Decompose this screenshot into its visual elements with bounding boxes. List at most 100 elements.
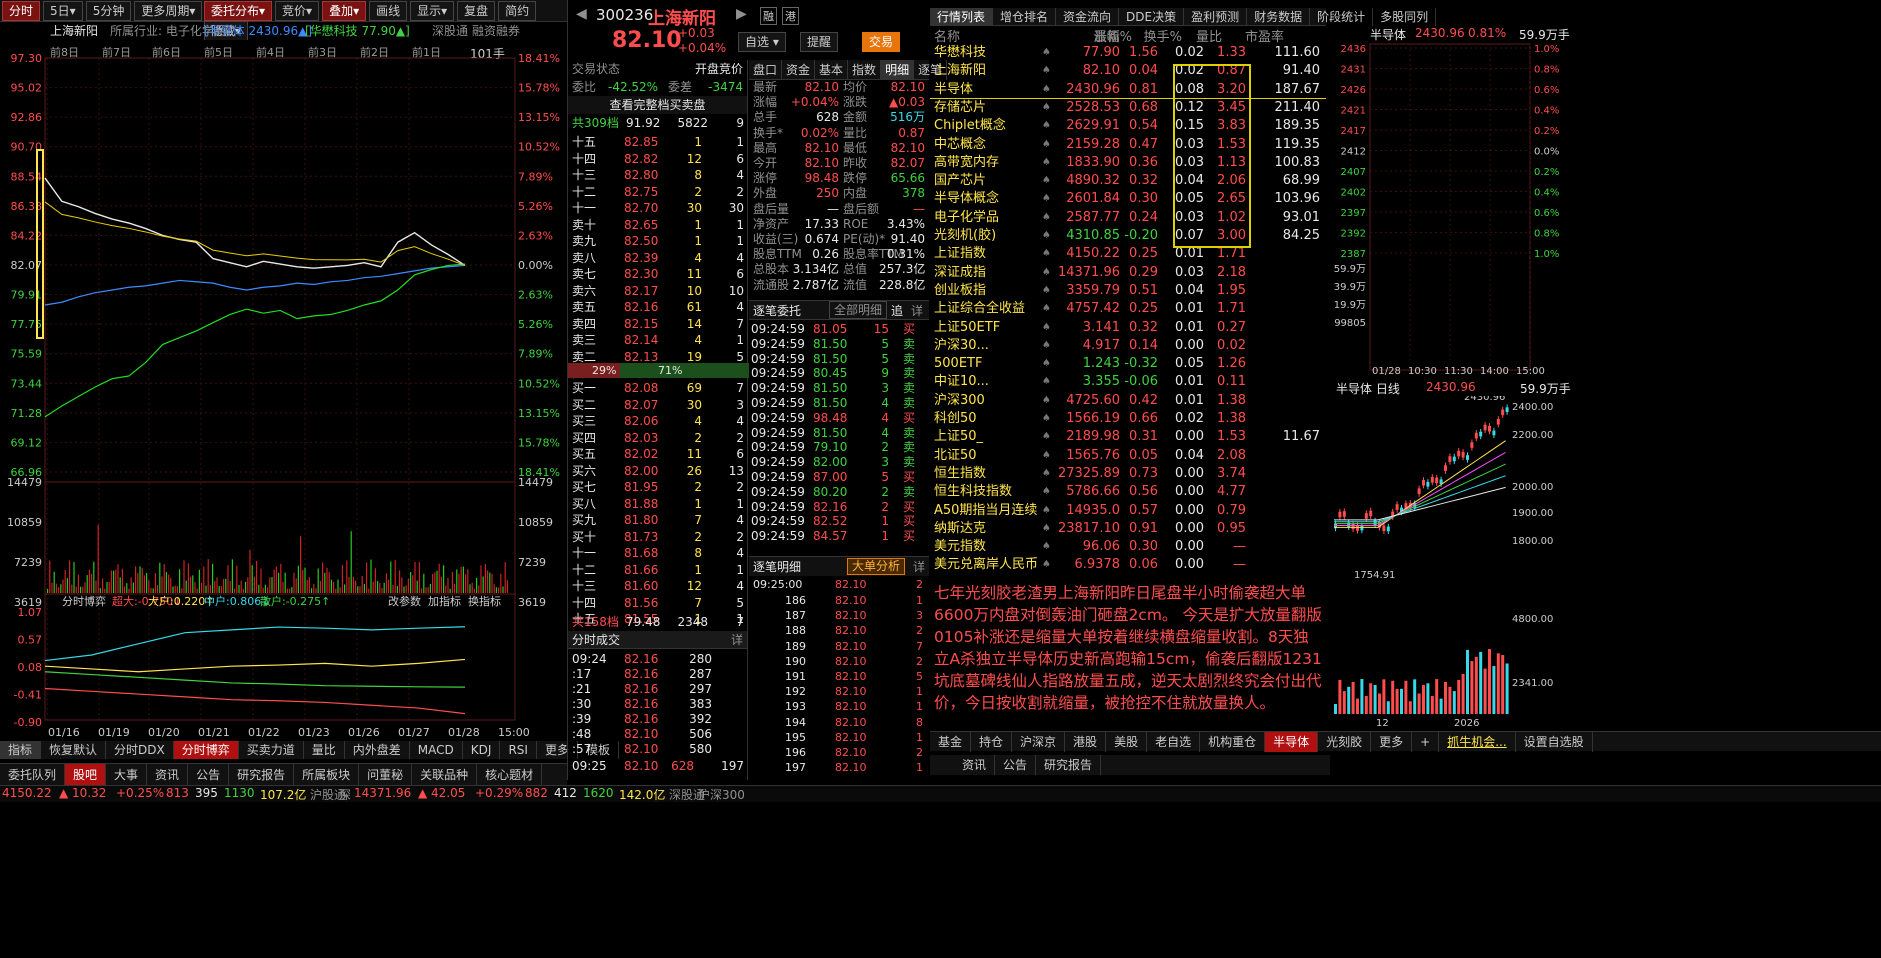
ask-row[interactable]: 卖九 82.50 1 1 [568, 233, 747, 249]
indicator-tab-8[interactable]: KDJ [463, 741, 501, 759]
bottom-tab-2[interactable]: 大事 [106, 764, 148, 786]
sector-tab-6[interactable]: 机构重仓 [1200, 732, 1266, 752]
quote-tab-1[interactable]: 资金 [782, 60, 816, 80]
bid-row[interactable]: 买八 81.88 1 1 [568, 496, 747, 512]
list-row[interactable]: 半导体 ♠ 2430.96 0.81 0.08 3.20 187.67 [930, 81, 1326, 99]
bottom-tab-6[interactable]: 所属板块 [294, 764, 360, 786]
list-tab-6[interactable]: 阶段统计 [1310, 8, 1374, 26]
list-col-0[interactable]: 名称 [934, 26, 960, 45]
overlay-semiconductor[interactable]: [半导体 2430.96▲] [204, 22, 312, 39]
list-row[interactable]: A50期指当月连续 ♠ 14935.0 0.57 0.00 0.79 [930, 502, 1326, 520]
ask-row[interactable]: 十一 82.70 30 30 [568, 200, 747, 216]
overlay-huamao[interactable]: [华懋科技 77.90▲] [305, 22, 410, 39]
right-tab-0[interactable]: 资讯 [954, 755, 996, 775]
ask-row[interactable]: 卖四 82.15 14 7 [568, 316, 747, 332]
ask-row[interactable]: 十四 82.82 12 6 [568, 151, 747, 167]
entrust-filter[interactable]: 全部明细 [829, 301, 888, 319]
link-hk-connect[interactable]: 深股通 [432, 22, 468, 39]
bottom-tab-3[interactable]: 资讯 [147, 764, 189, 786]
sector-tab-8[interactable]: 光刻胶 [1318, 732, 1372, 752]
ask-row[interactable]: 卖七 82.30 11 6 [568, 266, 747, 282]
tool-button-3[interactable]: 画线 [369, 1, 408, 21]
tool-button-2[interactable]: 叠加▾ [322, 1, 367, 21]
entrust-chase-button[interactable]: 追 [891, 301, 903, 321]
list-row[interactable]: 北证50 ♠ 1565.76 0.05 0.04 2.08 [930, 447, 1326, 465]
next-stock-icon[interactable]: ▶ [736, 6, 747, 22]
list-tab-4[interactable]: 盈利预测 [1184, 8, 1248, 26]
list-row[interactable]: 中证10... ♠ 3.355 -0.06 0.01 0.11 [930, 373, 1326, 391]
period-button-1[interactable]: 5日▾ [43, 1, 83, 21]
sector-tab-7[interactable]: 半导体 [1265, 732, 1319, 752]
quote-tab-0[interactable]: 盘口 [749, 60, 783, 80]
list-row[interactable]: 恒生指数 ♠ 27325.89 0.73 0.00 3.74 [930, 465, 1326, 483]
ask-row[interactable]: 卖十 82.65 1 1 [568, 217, 747, 233]
indicator-tab-1[interactable]: 恢复默认 [41, 741, 107, 759]
bid-row[interactable]: 买七 81.95 2 2 [568, 479, 747, 495]
list-row[interactable]: 存储芯片 ♠ 2528.53 0.68 0.12 3.45 211.40 [930, 99, 1326, 117]
list-row[interactable]: 科创50 ♠ 1566.19 0.66 0.02 1.38 [930, 410, 1326, 428]
ask-row[interactable]: 卖八 82.39 4 4 [568, 250, 747, 266]
sector-tab-12[interactable]: 设置自选股 [1516, 732, 1593, 752]
indicator-tab-9[interactable]: RSI [500, 741, 537, 759]
bid-row[interactable]: 买九 81.80 7 4 [568, 512, 747, 528]
ticks-detail-button[interactable]: 详 [731, 631, 743, 649]
big-order-button[interactable]: 大单分析 [847, 558, 906, 575]
trade-button[interactable]: 交易 [862, 32, 901, 52]
list-row[interactable]: 深证成指 ♠ 14371.96 0.29 0.03 2.18 [930, 264, 1326, 282]
bottom-tab-8[interactable]: 关联品种 [412, 764, 478, 786]
sector-tab-1[interactable]: 持仓 [971, 732, 1013, 752]
list-col-3[interactable]: 换手% [1138, 26, 1182, 45]
list-row[interactable]: 光刻机(胶) ♠ 4310.85 -0.20 0.07 3.00 84.25 [930, 227, 1326, 245]
list-row[interactable]: 上海新阳 ♠ 82.10 0.04 0.02 0.87 91.40 [930, 62, 1326, 80]
list-row[interactable]: 电子化学品 ♠ 2587.77 0.24 0.03 1.02 93.01 [930, 209, 1326, 227]
sector-tab-5[interactable]: 老自选 [1147, 732, 1201, 752]
period-button-3[interactable]: 更多周期▾ [134, 1, 203, 21]
quote-tab-3[interactable]: 指数 [848, 60, 882, 80]
tool-button-1[interactable]: 竞价▾ [275, 1, 320, 21]
indicator-tab-0[interactable]: 指标 [0, 741, 42, 759]
ask-row[interactable]: 十三 82.80 8 4 [568, 167, 747, 183]
bid-row[interactable]: 买四 82.03 2 2 [568, 430, 747, 446]
list-row[interactable]: 上证指数 ♠ 4150.22 0.25 0.01 1.71 [930, 245, 1326, 263]
link-margin[interactable]: 融资融券 [472, 22, 520, 39]
quote-tab-2[interactable]: 基本 [815, 60, 849, 80]
sector-tab-0[interactable]: 基金 [930, 732, 972, 752]
tool-button-6[interactable]: 简约 [498, 1, 537, 21]
bottom-tab-7[interactable]: 问董秘 [359, 764, 413, 786]
tool-button-0[interactable]: 委托分布▾ [204, 1, 273, 21]
list-row[interactable]: 国产芯片 ♠ 4890.32 0.32 0.04 2.06 68.99 [930, 172, 1326, 190]
status-item[interactable]: 沪深300 [698, 786, 745, 802]
ask-row[interactable]: 卖六 82.17 10 10 [568, 283, 747, 299]
sector-tab-11[interactable]: 抓牛机会... [1439, 732, 1516, 752]
list-row[interactable]: 华懋科技 ♠ 77.90 1.56 0.02 1.33 111.60 [930, 44, 1326, 62]
list-row[interactable]: 高带宽内存 ♠ 1833.90 0.36 0.03 1.13 100.83 [930, 154, 1326, 172]
bottom-tab-9[interactable]: 核心题材 [477, 764, 543, 786]
list-tab-3[interactable]: DDE决策 [1119, 8, 1185, 26]
indicator-tab-4[interactable]: 买卖力道 [239, 741, 304, 759]
list-tab-5[interactable]: 财务数据 [1247, 8, 1311, 26]
alert-button[interactable]: 提醒 [800, 32, 839, 52]
bid-row[interactable]: 买二 82.07 30 3 [568, 397, 747, 413]
right-tab-1[interactable]: 公告 [995, 755, 1037, 775]
list-row[interactable]: 创业板指 ♠ 3359.79 0.51 0.04 1.95 [930, 282, 1326, 300]
bid-row[interactable]: 买六 82.00 26 13 [568, 463, 747, 479]
bottom-tab-4[interactable]: 公告 [188, 764, 230, 786]
indicator-tab-7[interactable]: MACD [410, 741, 463, 759]
list-col-2[interactable]: 涨幅% [1088, 26, 1132, 45]
list-tab-1[interactable]: 增仓排名 [993, 8, 1057, 26]
indicator-tab-5[interactable]: 量比 [304, 741, 345, 759]
tool-button-4[interactable]: 显示▾ [410, 1, 455, 21]
period-button-0[interactable]: 分时 [2, 1, 41, 21]
list-row[interactable]: 中芯概念 ♠ 2159.28 0.47 0.03 1.53 119.35 [930, 136, 1326, 154]
ask-row[interactable]: 十五 82.85 1 1 [568, 134, 747, 150]
daily-kline-chart[interactable]: 2400.00 2200.00 2000.00 1900.00 1800.00 4800.… [1330, 396, 1568, 730]
bid-row[interactable]: 买十 81.73 2 2 [568, 529, 747, 545]
bid-row[interactable]: 十一 81.68 8 4 [568, 545, 747, 561]
sector-tab-9[interactable]: 更多 [1371, 732, 1413, 752]
period-button-2[interactable]: 5分钟 [85, 1, 132, 21]
sector-tab-10[interactable]: + [1412, 732, 1440, 752]
entrust-detail-button[interactable]: 详 [911, 301, 923, 321]
indicator-tab-6[interactable]: 内外盘差 [345, 741, 410, 759]
list-row[interactable]: 上证50_ ♠ 2189.98 0.31 0.00 1.53 11.67 [930, 428, 1326, 446]
bid-row[interactable]: 十三 81.60 12 4 [568, 578, 747, 594]
